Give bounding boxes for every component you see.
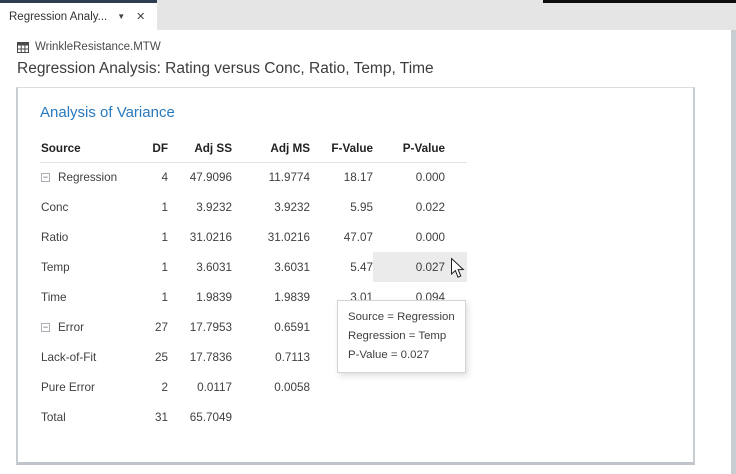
- cell-adj-ss[interactable]: 1.9839: [168, 282, 232, 312]
- cell-df[interactable]: 27: [130, 312, 168, 342]
- tooltip-line-pvalue: P-Value = 0.027: [348, 346, 455, 365]
- tab-title: Regression Analy...: [9, 11, 107, 23]
- anova-heading: Analysis of Variance: [40, 104, 175, 121]
- cell-adj-ms[interactable]: 1.9839: [232, 282, 310, 312]
- cell-tooltip: Source = Regression Regression = Temp P-…: [337, 300, 466, 373]
- cell-df[interactable]: 1: [130, 252, 168, 282]
- tooltip-line-term: Regression = Temp: [348, 327, 455, 346]
- cell-df[interactable]: 1: [130, 222, 168, 252]
- table-row-regression: −Regression 4 47.9096 11.9774 18.17 0.00…: [40, 162, 467, 192]
- row-label: Regression: [58, 171, 117, 184]
- cell-adj-ss[interactable]: 3.9232: [168, 192, 232, 222]
- cell-p[interactable]: [373, 372, 467, 402]
- cell-adj-ss[interactable]: 17.7953: [168, 312, 232, 342]
- cell-p[interactable]: 0.000: [373, 162, 467, 192]
- cell-adj-ms[interactable]: 31.0216: [232, 222, 310, 252]
- cell-adj-ss[interactable]: 31.0216: [168, 222, 232, 252]
- cell-df[interactable]: 1: [130, 192, 168, 222]
- cell-adj-ss[interactable]: 17.7836: [168, 342, 232, 372]
- table-row-conc: Conc 1 3.9232 3.9232 5.95 0.022: [40, 192, 467, 222]
- col-header-p-value: P-Value: [373, 136, 467, 162]
- cell-source-total[interactable]: Total: [40, 402, 130, 432]
- cell-adj-ss[interactable]: 3.6031: [168, 252, 232, 282]
- cell-adj-ss[interactable]: 65.7049: [168, 402, 232, 432]
- tab-regression-analysis[interactable]: Regression Analy... ▼ ✕: [0, 3, 157, 30]
- cell-f[interactable]: 18.17: [310, 162, 373, 192]
- cell-f[interactable]: 47.07: [310, 222, 373, 252]
- cell-source-time[interactable]: Time: [40, 282, 130, 312]
- cell-df[interactable]: 2: [130, 372, 168, 402]
- collapse-minus-icon[interactable]: −: [41, 173, 50, 182]
- worksheet-link[interactable]: WrinkleResistance.MTW: [17, 41, 161, 53]
- col-header-df: DF: [130, 136, 168, 162]
- cell-adj-ms[interactable]: 3.6031: [232, 252, 310, 282]
- row-label: Error: [58, 321, 84, 334]
- cell-p[interactable]: [373, 402, 467, 432]
- col-header-f-value: F-Value: [310, 136, 373, 162]
- col-header-adj-ss: Adj SS: [168, 136, 232, 162]
- anova-table: Source DF Adj SS Adj MS F-Value P-Value …: [40, 136, 467, 432]
- cell-adj-ms[interactable]: 0.6591: [232, 312, 310, 342]
- table-row-total: Total 31 65.7049: [40, 402, 467, 432]
- table-row-ratio: Ratio 1 31.0216 31.0216 47.07 0.000: [40, 222, 467, 252]
- chevron-down-icon[interactable]: ▼: [117, 12, 125, 21]
- cell-df[interactable]: 25: [130, 342, 168, 372]
- cell-f[interactable]: 5.47: [310, 252, 373, 282]
- cell-adj-ss[interactable]: 47.9096: [168, 162, 232, 192]
- mouse-cursor-icon: [450, 258, 466, 280]
- tab-strip: [157, 0, 736, 30]
- table-row-pure-error: Pure Error 2 0.0117 0.0058: [40, 372, 467, 402]
- cell-df[interactable]: 31: [130, 402, 168, 432]
- tooltip-line-source: Source = Regression: [348, 308, 455, 327]
- col-header-adj-ms: Adj MS: [232, 136, 310, 162]
- collapse-minus-icon[interactable]: −: [41, 323, 50, 332]
- worksheet-name: WrinkleResistance.MTW: [35, 41, 161, 53]
- cell-f[interactable]: [310, 402, 373, 432]
- cell-source-temp[interactable]: Temp: [40, 252, 130, 282]
- cell-adj-ms[interactable]: [232, 402, 310, 432]
- cell-source-lack-of-fit[interactable]: Lack-of-Fit: [40, 342, 130, 372]
- cell-p[interactable]: 0.022: [373, 192, 467, 222]
- table-row-temp: Temp 1 3.6031 3.6031 5.47 0.027: [40, 252, 467, 282]
- vertical-scrollbar[interactable]: [731, 30, 736, 474]
- cell-source-regression[interactable]: −Regression: [40, 162, 130, 192]
- cell-f[interactable]: [310, 372, 373, 402]
- cell-f[interactable]: 5.95: [310, 192, 373, 222]
- col-header-source: Source: [40, 136, 130, 162]
- window-top-edge: [543, 0, 736, 3]
- cell-adj-ms[interactable]: 0.7113: [232, 342, 310, 372]
- cell-df[interactable]: 4: [130, 162, 168, 192]
- cell-source-pure-error[interactable]: Pure Error: [40, 372, 130, 402]
- worksheet-grid-icon: [17, 42, 29, 53]
- cell-df[interactable]: 1: [130, 282, 168, 312]
- cell-source-conc[interactable]: Conc: [40, 192, 130, 222]
- cell-adj-ms[interactable]: 3.9232: [232, 192, 310, 222]
- close-icon[interactable]: ✕: [136, 10, 145, 23]
- cell-source-error[interactable]: −Error: [40, 312, 130, 342]
- cell-source-ratio[interactable]: Ratio: [40, 222, 130, 252]
- table-header-row: Source DF Adj SS Adj MS F-Value P-Value: [40, 136, 467, 162]
- cell-p[interactable]: 0.000: [373, 222, 467, 252]
- cell-adj-ms[interactable]: 0.0058: [232, 372, 310, 402]
- page-title: Regression Analysis: Rating versus Conc,…: [17, 60, 434, 78]
- cell-adj-ms[interactable]: 11.9774: [232, 162, 310, 192]
- cell-adj-ss[interactable]: 0.0117: [168, 372, 232, 402]
